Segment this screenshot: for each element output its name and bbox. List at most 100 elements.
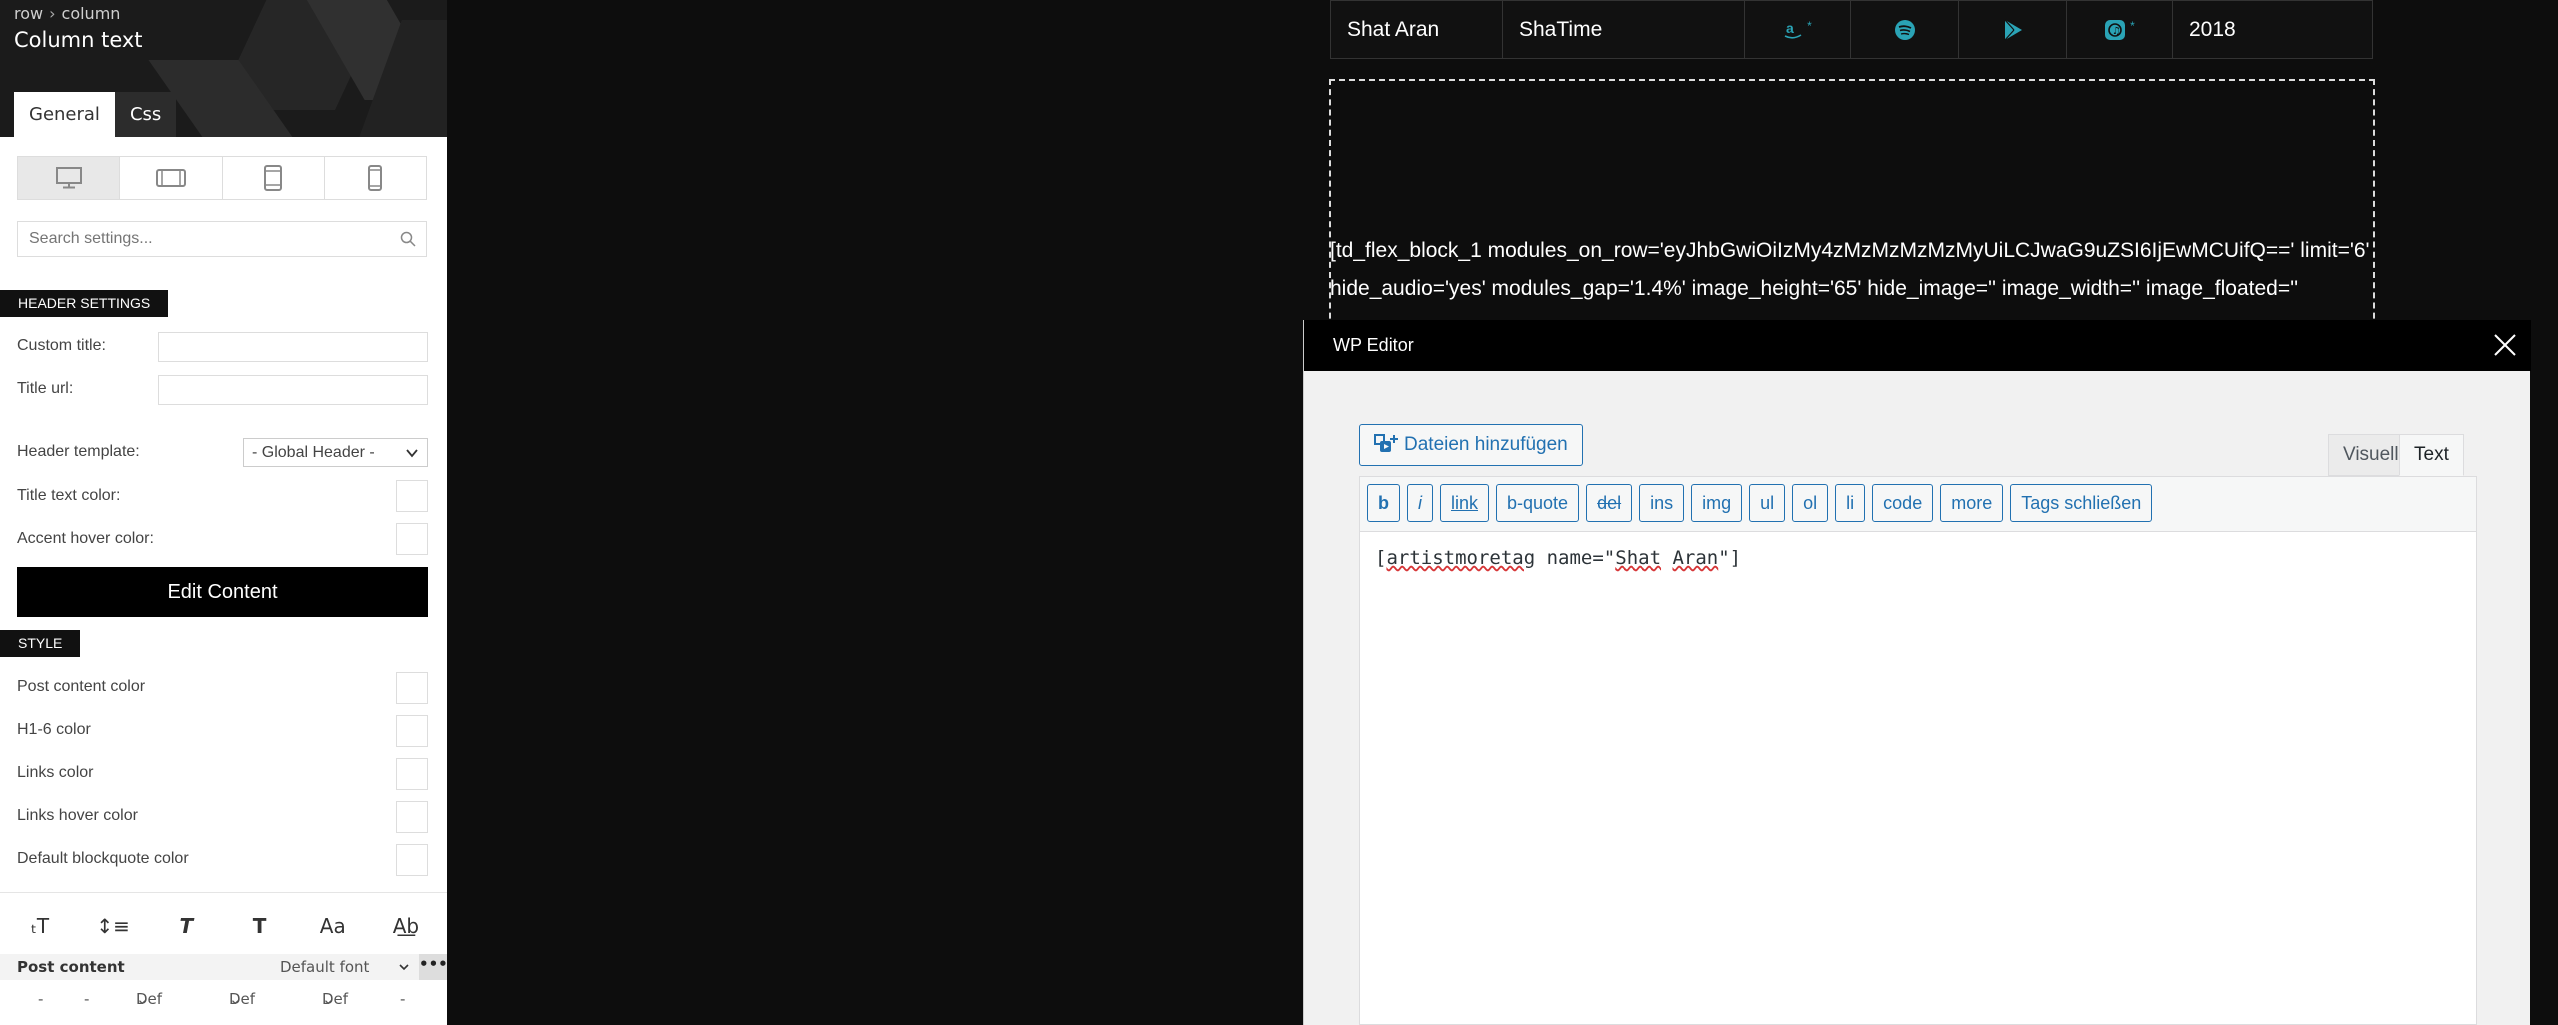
wp-editor-modal: WP Editor Dateien hinzufügen Visuell Tex… — [1303, 320, 2531, 1025]
tablet-landscape-icon — [155, 169, 186, 187]
add-media-button[interactable]: Dateien hinzufügen — [1359, 424, 1583, 466]
font-weight-select[interactable]: Def ⌄ — [229, 990, 255, 1008]
settings-search — [17, 221, 427, 257]
desktop-icon — [55, 167, 82, 189]
links-color-picker[interactable] — [396, 758, 428, 790]
chevron-down-icon — [399, 964, 409, 971]
font-size-icon[interactable]: ₜT — [18, 914, 62, 938]
settings-sidebar: row › column Column text General Css HEADE… — [0, 0, 447, 1025]
tab-text[interactable]: Text — [2399, 434, 2464, 476]
custom-title-label: Custom title: — [17, 337, 106, 354]
accent-hover-color-picker[interactable] — [396, 523, 428, 555]
qt-close-tags-button[interactable]: Tags schließen — [2010, 484, 2153, 522]
qt-del-button[interactable]: del — [1586, 484, 1633, 522]
phone-icon — [368, 165, 383, 191]
amazon-link[interactable]: a * — [1745, 1, 1851, 58]
qt-more-button[interactable]: more — [1940, 484, 2004, 522]
header-settings-section: HEADER SETTINGS — [0, 290, 169, 317]
music-table-row: Shat Aran ShaTime a * ♫ * 2018 — [1330, 0, 2373, 59]
text-transform-select[interactable]: Def ⌄ — [322, 990, 348, 1008]
font-size-value[interactable]: - — [38, 990, 43, 1008]
modal-header: WP Editor — [1304, 320, 2531, 371]
panel-title: Column text — [14, 28, 143, 52]
chevron-right-icon: › — [49, 4, 56, 23]
artist-cell: Shat Aran — [1331, 1, 1503, 58]
google-play-link[interactable] — [1959, 1, 2067, 58]
sidebar-header: row › column Column text General Css — [0, 0, 447, 137]
add-media-label: Dateien hinzufügen — [1404, 434, 1568, 455]
links-color-label: Links color — [17, 764, 94, 781]
svg-text:♫: ♫ — [2112, 26, 2121, 37]
album-cell: ShaTime — [1503, 1, 1745, 58]
desktop-view-button[interactable] — [18, 157, 121, 199]
blockquote-color-label: Default blockquote color — [17, 850, 189, 867]
qt-img-button[interactable]: img — [1691, 484, 1743, 522]
post-content-color-picker[interactable] — [396, 672, 428, 704]
h1-6-color-label: H1-6 color — [17, 721, 91, 738]
content-textarea[interactable]: [artistmoretag name="Shat Aran"] — [1360, 533, 2476, 1023]
line-height-icon[interactable]: ↕≡ — [91, 914, 135, 938]
qt-italic-button[interactable]: i — [1407, 484, 1433, 522]
content-name-first: Shat — [1615, 547, 1662, 569]
font-style-value: Def — [136, 990, 163, 1008]
content-space — [1661, 547, 1672, 569]
header-template-value: - Global Header - — [252, 444, 375, 461]
tab-general[interactable]: General — [14, 92, 115, 137]
breadcrumb: row › column — [14, 4, 120, 23]
font-weight-icon[interactable]: T — [238, 914, 282, 938]
line-height-value[interactable]: - — [84, 990, 89, 1008]
spotify-icon — [1894, 19, 1915, 40]
qt-blockquote-button[interactable]: b-quote — [1496, 484, 1580, 522]
text-editor: b i link b-quote del ins img ul ol li co… — [1359, 476, 2477, 1025]
custom-title-input[interactable] — [158, 332, 428, 362]
qt-bold-button[interactable]: b — [1367, 484, 1400, 522]
qt-ol-button[interactable]: ol — [1792, 484, 1829, 522]
itunes-link[interactable]: ♫ * — [2067, 1, 2173, 58]
edit-content-button[interactable]: Edit Content — [17, 567, 428, 617]
h1-6-color-picker[interactable] — [396, 715, 428, 747]
more-options-icon[interactable]: ••• — [419, 954, 447, 980]
settings-tabs: General Css — [14, 92, 177, 137]
font-family-select[interactable]: Default font — [280, 958, 369, 976]
typography-toolbar: ₜT ↕≡ T T Aa A͟b — [18, 914, 428, 938]
content-attr: name=" — [1535, 547, 1616, 569]
tablet-landscape-view-button[interactable] — [120, 157, 223, 199]
text-transform-icon[interactable]: Aa — [311, 914, 355, 938]
svg-text:a: a — [1786, 20, 1794, 36]
style-section: STYLE — [0, 630, 81, 657]
letter-spacing-value[interactable]: - — [400, 990, 405, 1008]
amazon-star: * — [1807, 18, 1812, 33]
phone-view-button[interactable] — [325, 157, 426, 199]
blockquote-color-picker[interactable] — [396, 844, 428, 876]
search-icon[interactable] — [400, 231, 416, 247]
text-transform-value: Def — [322, 990, 349, 1008]
font-style-icon[interactable]: T — [164, 914, 208, 938]
qt-code-button[interactable]: code — [1872, 484, 1934, 522]
tablet-portrait-view-button[interactable] — [223, 157, 325, 199]
qt-link-button[interactable]: link — [1440, 484, 1490, 522]
itunes-star: * — [2130, 18, 2135, 33]
letter-spacing-icon[interactable]: A͟b — [384, 914, 428, 938]
header-template-select[interactable]: - Global Header - — [243, 438, 428, 467]
content-bracket-open: [ — [1375, 547, 1387, 569]
tab-css[interactable]: Css — [114, 92, 177, 137]
font-style-select[interactable]: Def ⌄ — [136, 990, 162, 1008]
font-weight-value: Def — [229, 990, 256, 1008]
title-url-input[interactable] — [158, 375, 428, 405]
breadcrumb-column[interactable]: column — [62, 4, 121, 23]
shortcode-preview: [td_flex_block_1 modules_on_row='eyJhbGw… — [1330, 239, 2370, 300]
post-content-font-row: Post content Default font ••• — [0, 954, 447, 980]
spotify-link[interactable] — [1851, 1, 1959, 58]
qt-ins-button[interactable]: ins — [1639, 484, 1685, 522]
title-url-label: Title url: — [17, 380, 74, 397]
breadcrumb-row[interactable]: row — [14, 4, 43, 23]
search-input[interactable] — [18, 222, 378, 256]
tablet-portrait-icon — [264, 165, 283, 191]
content-bracket-close: "] — [1718, 547, 1742, 569]
qt-li-button[interactable]: li — [1835, 484, 1866, 522]
close-icon[interactable] — [2492, 332, 2518, 358]
links-hover-color-picker[interactable] — [396, 801, 428, 833]
title-text-color-picker[interactable] — [396, 480, 428, 512]
qt-ul-button[interactable]: ul — [1749, 484, 1786, 522]
device-switcher — [17, 156, 427, 200]
